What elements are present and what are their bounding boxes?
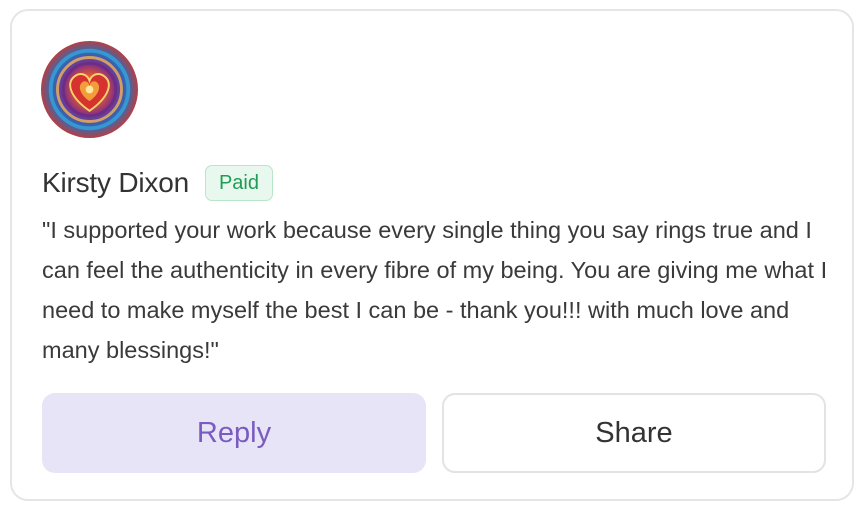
paid-badge: Paid [204, 165, 273, 201]
share-button[interactable]: Share [442, 393, 826, 473]
avatar[interactable] [41, 41, 138, 138]
name-row: Kirsty Dixon Paid [42, 162, 273, 204]
psychedelic-heart-avatar-icon [41, 41, 138, 138]
supporter-card: Kirsty Dixon Paid "I supported your work… [10, 9, 854, 501]
supporter-name: Kirsty Dixon [42, 167, 189, 198]
reply-button[interactable]: Reply [42, 393, 426, 473]
supporter-message: "I supported your work because every sin… [42, 217, 828, 363]
